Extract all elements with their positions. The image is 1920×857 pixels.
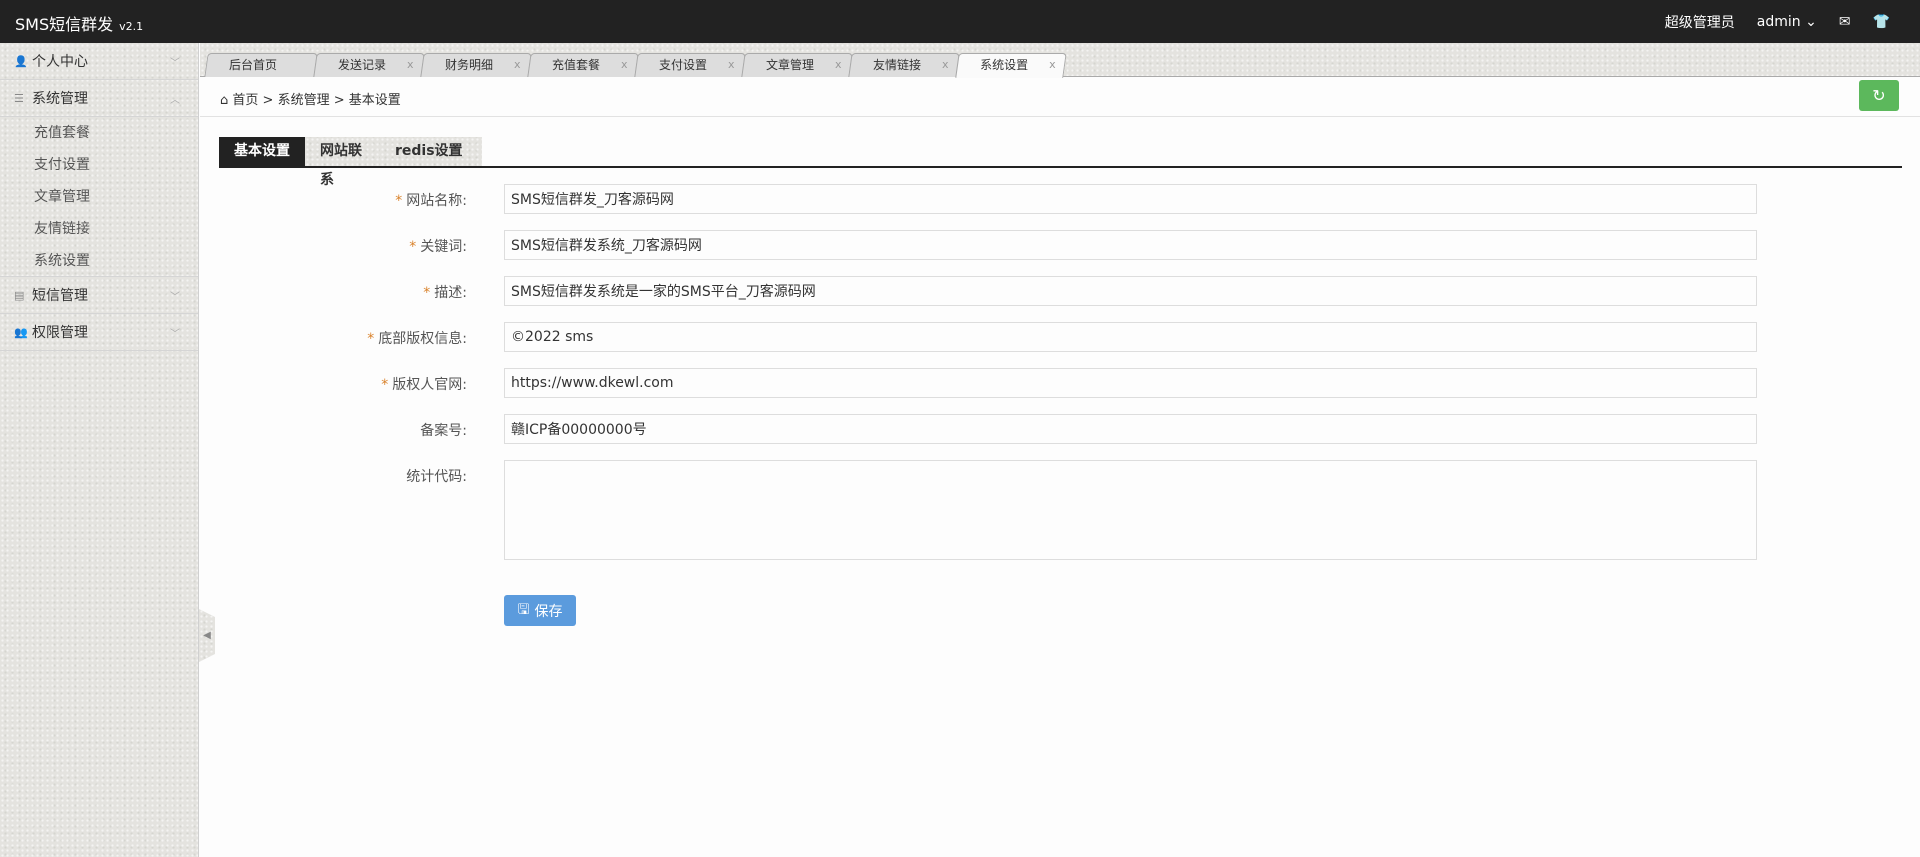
- chevron-down-icon: ⌄: [1800, 14, 1817, 30]
- save-icon: 🖫: [517, 600, 530, 617]
- close-icon[interactable]: x: [407, 54, 414, 76]
- form-row-site-name: * 网站名称:: [0, 184, 1920, 214]
- home-icon: ⌂: [220, 93, 229, 108]
- tab-recharge[interactable]: 充值套餐 x: [527, 53, 639, 77]
- keywords-input[interactable]: [504, 230, 1757, 260]
- required-mark: *: [367, 331, 375, 347]
- sidebar: 👤 个人中心 ﹀ ☰ 系统管理 ︿ 充值套餐 支付设置 文章管理 友情链接 系统设置 ▤…: [0, 43, 199, 857]
- settings-tabs: 基本设置 网站联系 redis设置: [219, 137, 1902, 188]
- tab-send-log[interactable]: 发送记录 x: [313, 53, 425, 77]
- form-row-copyright: * 底部版权信息:: [0, 322, 1920, 352]
- owner-site-input[interactable]: [504, 368, 1757, 398]
- tab-redis-settings[interactable]: redis设置: [380, 137, 482, 166]
- tab-finance[interactable]: 财务明细 x: [420, 53, 532, 77]
- close-icon[interactable]: x: [942, 54, 949, 76]
- tab-basic-settings[interactable]: 基本设置: [219, 137, 305, 166]
- version: v2.1: [119, 20, 144, 33]
- sidebar-collapse-handle[interactable]: ◀: [199, 609, 215, 662]
- breadcrumb: ⌂ 首页 > 系统管理 > 基本设置: [220, 93, 401, 108]
- site-name-input[interactable]: [504, 184, 1757, 214]
- tab-home[interactable]: 后台首页: [204, 53, 318, 77]
- description-input[interactable]: [504, 276, 1757, 306]
- copyright-input[interactable]: [504, 322, 1757, 352]
- breadcrumb-bar: ⌂ 首页 > 系统管理 > 基本设置 ↻: [200, 77, 1920, 117]
- chevron-down-icon: ﹀: [170, 57, 180, 69]
- tab-payment[interactable]: 支付设置 x: [634, 53, 746, 77]
- refresh-button[interactable]: ↻: [1859, 80, 1899, 111]
- form-row-analytics: 统计代码:: [0, 460, 1920, 560]
- refresh-icon: ↻: [1872, 86, 1886, 105]
- database-icon: ☰: [14, 91, 24, 105]
- form-row-icp: 备案号:: [0, 414, 1920, 444]
- top-header: SMS短信群发 v2.1 超级管理员 admin ⌄ ✉ 👕: [0, 0, 1920, 43]
- tab-articles[interactable]: 文章管理 x: [741, 53, 853, 77]
- tab-settings[interactable]: 系统设置 x: [955, 53, 1067, 78]
- close-icon[interactable]: x: [835, 54, 842, 76]
- chevron-up-icon: ︿: [170, 94, 180, 106]
- user-menu[interactable]: admin ⌄: [1757, 14, 1817, 30]
- close-icon[interactable]: x: [621, 54, 628, 76]
- sidebar-item-recharge[interactable]: 充值套餐: [0, 117, 198, 149]
- tab-links[interactable]: 友情链接 x: [848, 53, 960, 77]
- close-icon[interactable]: x: [1050, 54, 1057, 76]
- page-tabs: 后台首页 发送记录 x 财务明细 x 充值套餐 x 支付设置 x 文章管理 x 友情链接 x…: [200, 43, 1920, 78]
- theme-shirt-icon[interactable]: 👕: [1873, 14, 1890, 30]
- required-mark: *: [381, 377, 389, 393]
- user-role: 超级管理员: [1664, 15, 1735, 31]
- icp-input[interactable]: [504, 414, 1757, 444]
- user-icon: 👤: [14, 54, 28, 68]
- tab-site-contact[interactable]: 网站联系: [305, 137, 380, 188]
- sidebar-group-personal[interactable]: 👤 个人中心 ﹀: [0, 43, 198, 80]
- required-mark: *: [395, 193, 403, 209]
- close-icon[interactable]: x: [514, 54, 521, 76]
- required-mark: *: [409, 239, 417, 255]
- form-row-description: * 描述:: [0, 276, 1920, 306]
- breadcrumb-current: 基本设置: [348, 93, 401, 108]
- breadcrumb-system[interactable]: 系统管理: [278, 93, 330, 108]
- sidebar-group-system[interactable]: ☰ 系统管理 ︿: [0, 80, 198, 117]
- breadcrumb-home[interactable]: 首页: [232, 93, 258, 108]
- app-logo[interactable]: SMS短信群发 v2.1: [15, 11, 143, 35]
- analytics-code-textarea[interactable]: [504, 460, 1757, 560]
- form-row-keywords: * 关键词:: [0, 230, 1920, 260]
- sidebar-item-payment[interactable]: 支付设置: [0, 149, 198, 181]
- form-row-owner-site: * 版权人官网:: [0, 368, 1920, 398]
- required-mark: *: [423, 285, 431, 301]
- save-button[interactable]: 🖫 保存: [504, 595, 576, 626]
- close-icon[interactable]: x: [728, 54, 735, 76]
- caret-left-icon: ◀: [203, 630, 211, 641]
- mail-icon[interactable]: ✉: [1839, 14, 1851, 30]
